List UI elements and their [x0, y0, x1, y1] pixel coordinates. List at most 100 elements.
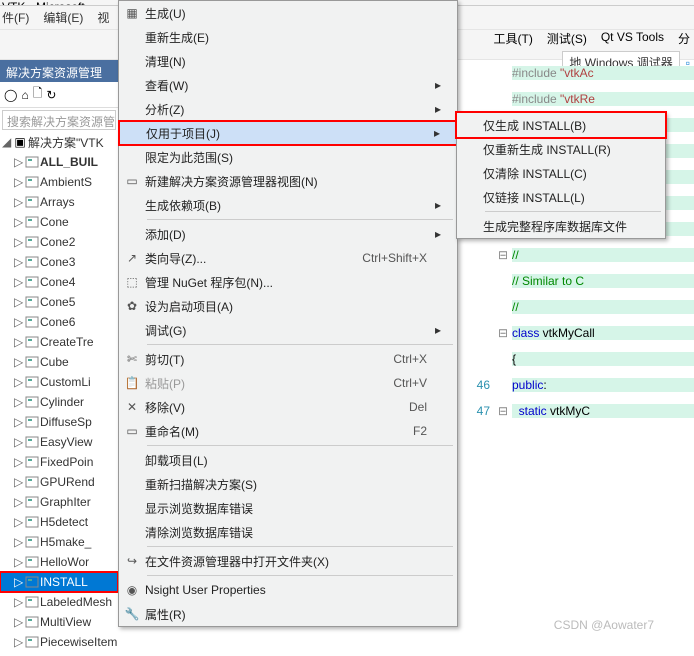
- sync-icon[interactable]: 🗋: [33, 84, 43, 105]
- menu-u[interactable]: ▦生成(U): [119, 1, 457, 25]
- tree-item-arrays[interactable]: ▷Arrays: [0, 192, 118, 212]
- project-icon: [24, 355, 40, 369]
- submenu-project-only[interactable]: 仅生成 INSTALL(B)仅重新生成 INSTALL(R)仅清除 INSTAL…: [456, 112, 666, 239]
- tree-item-cube[interactable]: ▷Cube: [0, 352, 118, 372]
- project-icon: [24, 255, 40, 269]
- panel-header: 解决方案资源管理: [0, 60, 118, 82]
- project-icon: [24, 295, 40, 309]
- menu-x[interactable]: ↪在文件资源管理器中打开文件夹(X): [119, 549, 457, 573]
- submenu-installb[interactable]: 仅生成 INSTALL(B): [457, 113, 665, 137]
- tree-item-gpurend[interactable]: ▷GPURend: [0, 472, 118, 492]
- tree-item-cylinder[interactable]: ▷Cylinder: [0, 392, 118, 412]
- project-icon: [24, 375, 40, 389]
- menu-edit[interactable]: 编辑(E): [43, 9, 83, 26]
- cut-icon: ✄: [119, 352, 145, 366]
- tree-item-cone[interactable]: ▷Cone: [0, 212, 118, 232]
- tree-item-cone6[interactable]: ▷Cone6: [0, 312, 118, 332]
- menu-test[interactable]: 测试(S): [547, 30, 587, 47]
- menu-analyze[interactable]: 分: [678, 30, 690, 47]
- menu-j[interactable]: 仅用于项目(J)▸: [119, 121, 457, 145]
- project-icon: [24, 595, 40, 609]
- submenu-installc[interactable]: 仅清除 INSTALL(C): [457, 161, 665, 185]
- solution-tree[interactable]: ◢▣解决方案"VTK▷ALL_BUIL▷AmbientS▷Arrays▷Cone…: [0, 132, 118, 652]
- project-icon: [24, 635, 40, 649]
- submenu-installl[interactable]: 仅链接 INSTALL(L): [457, 185, 665, 209]
- menu-nugetn[interactable]: ⬚管理 NuGet 程序包(N)...: [119, 270, 457, 294]
- nsight-icon: ◉: [119, 583, 145, 597]
- project-icon: [24, 535, 40, 549]
- menu-p: 📋粘贴(P)Ctrl+V: [119, 371, 457, 395]
- tree-item-cone3[interactable]: ▷Cone3: [0, 252, 118, 272]
- menu-[interactable]: 显示浏览数据库错误: [119, 496, 457, 520]
- menu-d[interactable]: 添加(D)▸: [119, 222, 457, 246]
- back-icon[interactable]: ◯: [4, 88, 17, 102]
- nuget-icon: ⬚: [119, 275, 145, 289]
- tree-item-diffusesp[interactable]: ▷DiffuseSp: [0, 412, 118, 432]
- menu-nsightuserproperties[interactable]: ◉Nsight User Properties: [119, 578, 457, 602]
- tree-item-h5detect[interactable]: ▷H5detect: [0, 512, 118, 532]
- project-icon: [24, 455, 40, 469]
- menu-n[interactable]: ▭新建解决方案资源管理器视图(N): [119, 169, 457, 193]
- project-icon: [24, 555, 40, 569]
- submenu-installr[interactable]: 仅重新生成 INSTALL(R): [457, 137, 665, 161]
- project-icon: [24, 435, 40, 449]
- search-input[interactable]: 搜索解决方案资源管: [2, 110, 116, 130]
- menu-w[interactable]: 查看(W)▸: [119, 73, 457, 97]
- tree-item-cone2[interactable]: ▷Cone2: [0, 232, 118, 252]
- submenu-[interactable]: 生成完整程序库数据库文件: [457, 214, 665, 238]
- tree-item-cone4[interactable]: ▷Cone4: [0, 272, 118, 292]
- tree-item-createtre[interactable]: ▷CreateTre: [0, 332, 118, 352]
- menu-m[interactable]: ▭重命名(M)F2: [119, 419, 457, 443]
- menu-n[interactable]: 清理(N): [119, 49, 457, 73]
- menu-l[interactable]: 卸载项目(L): [119, 448, 457, 472]
- project-icon: [24, 415, 40, 429]
- menu-tools[interactable]: 工具(T): [494, 30, 533, 47]
- tree-item-hellowor[interactable]: ▷HelloWor: [0, 552, 118, 572]
- solution-root[interactable]: ◢▣解决方案"VTK: [0, 132, 118, 152]
- refresh-icon[interactable]: ↻: [46, 88, 56, 102]
- project-icon: [24, 575, 40, 589]
- context-menu[interactable]: ▦生成(U)重新生成(E)清理(N)查看(W)▸分析(Z)▸仅用于项目(J)▸限…: [118, 0, 458, 627]
- menu-s[interactable]: 限定为此范围(S): [119, 145, 457, 169]
- props-icon: 🔧: [119, 607, 145, 621]
- tree-item-cone5[interactable]: ▷Cone5: [0, 292, 118, 312]
- tree-item-all_buil[interactable]: ▷ALL_BUIL: [0, 152, 118, 172]
- tree-item-install[interactable]: ▷INSTALL: [0, 572, 118, 592]
- home-icon[interactable]: ⌂: [21, 88, 28, 102]
- project-icon: [24, 215, 40, 229]
- project-icon: [24, 175, 40, 189]
- project-icon: [24, 615, 40, 629]
- project-icon: [24, 395, 40, 409]
- tree-item-easyview[interactable]: ▷EasyView: [0, 432, 118, 452]
- wizard-icon: ↗: [119, 251, 145, 265]
- menu-z[interactable]: 分析(Z)▸: [119, 97, 457, 121]
- tree-item-graphiter[interactable]: ▷GraphIter: [0, 492, 118, 512]
- paste-icon: 📋: [119, 376, 145, 390]
- menu-z[interactable]: ↗类向导(Z)...Ctrl+Shift+X: [119, 246, 457, 270]
- tree-item-customli[interactable]: ▷CustomLi: [0, 372, 118, 392]
- tree-item-ambients[interactable]: ▷AmbientS: [0, 172, 118, 192]
- menu-g[interactable]: 调试(G)▸: [119, 318, 457, 342]
- build-icon: ▦: [119, 6, 145, 20]
- menu-e[interactable]: 重新生成(E): [119, 25, 457, 49]
- menu-v[interactable]: ✕移除(V)Del: [119, 395, 457, 419]
- menu-qt[interactable]: Qt VS Tools: [601, 30, 664, 47]
- project-icon: [24, 335, 40, 349]
- menu-s[interactable]: 重新扫描解决方案(S): [119, 472, 457, 496]
- project-icon: [24, 235, 40, 249]
- project-icon: [24, 195, 40, 209]
- menu-r[interactable]: 🔧属性(R): [119, 602, 457, 626]
- menu-b[interactable]: 生成依赖项(B)▸: [119, 193, 457, 217]
- tree-item-multiview[interactable]: ▷MultiView: [0, 612, 118, 632]
- menu-[interactable]: 清除浏览数据库错误: [119, 520, 457, 544]
- solution-icon: ▣: [12, 135, 28, 149]
- menu-view[interactable]: 视: [97, 9, 109, 26]
- menu-a[interactable]: ✿设为启动项目(A): [119, 294, 457, 318]
- tree-item-labeledmesh[interactable]: ▷LabeledMesh: [0, 592, 118, 612]
- menu-t[interactable]: ✄剪切(T)Ctrl+X: [119, 347, 457, 371]
- tree-item-piecewiseitem[interactable]: ▷PiecewiseItem: [0, 632, 118, 652]
- menu-file[interactable]: 件(F): [2, 9, 29, 26]
- project-icon: [24, 315, 40, 329]
- tree-item-fixedpoin[interactable]: ▷FixedPoin: [0, 452, 118, 472]
- tree-item-h5make_[interactable]: ▷H5make_: [0, 532, 118, 552]
